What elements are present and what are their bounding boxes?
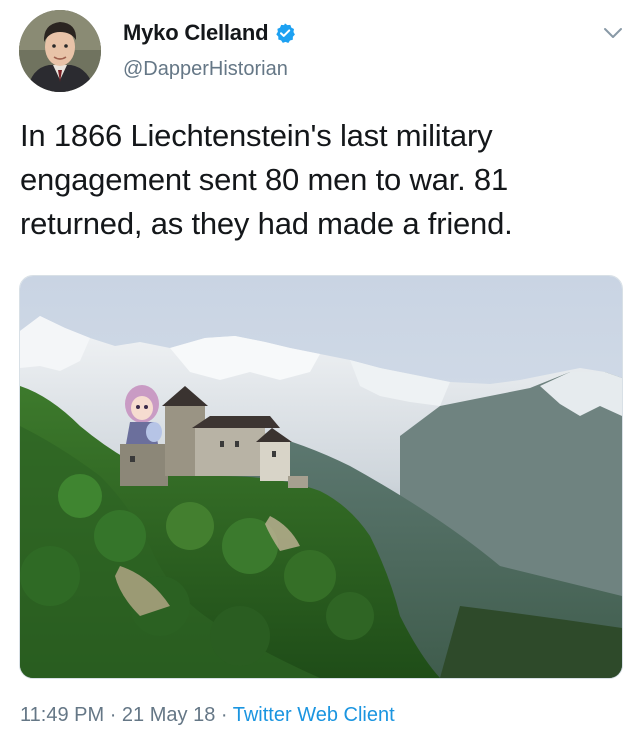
display-name[interactable]: Myko Clelland [123,20,269,46]
avatar[interactable] [19,10,101,92]
user-handle[interactable]: @DapperHistorian [123,58,288,81]
meta-separator: · [220,704,228,726]
avatar-photo [19,10,101,92]
tweet-text: In 1866 Liechtenstein's last military en… [20,118,513,241]
tweet-card: Myko Clelland @DapperHistorian In 1866 L… [0,0,640,747]
castle-landscape-photo [20,276,622,678]
tweet-timestamp-row: 11:49 PM · 21 May 18 · Twitter Web Clien… [20,704,395,727]
tweet-media-image[interactable] [19,275,623,679]
verified-badge-icon [276,23,296,43]
meta-separator: · [109,704,117,726]
tweet-time[interactable]: 11:49 PM [20,704,104,726]
tweet-date[interactable]: 21 May 18 [122,704,215,726]
chevron-down-icon[interactable] [602,26,624,40]
tweet-source-link[interactable]: Twitter Web Client [233,704,395,726]
author-name-row[interactable]: Myko Clelland [123,19,296,47]
